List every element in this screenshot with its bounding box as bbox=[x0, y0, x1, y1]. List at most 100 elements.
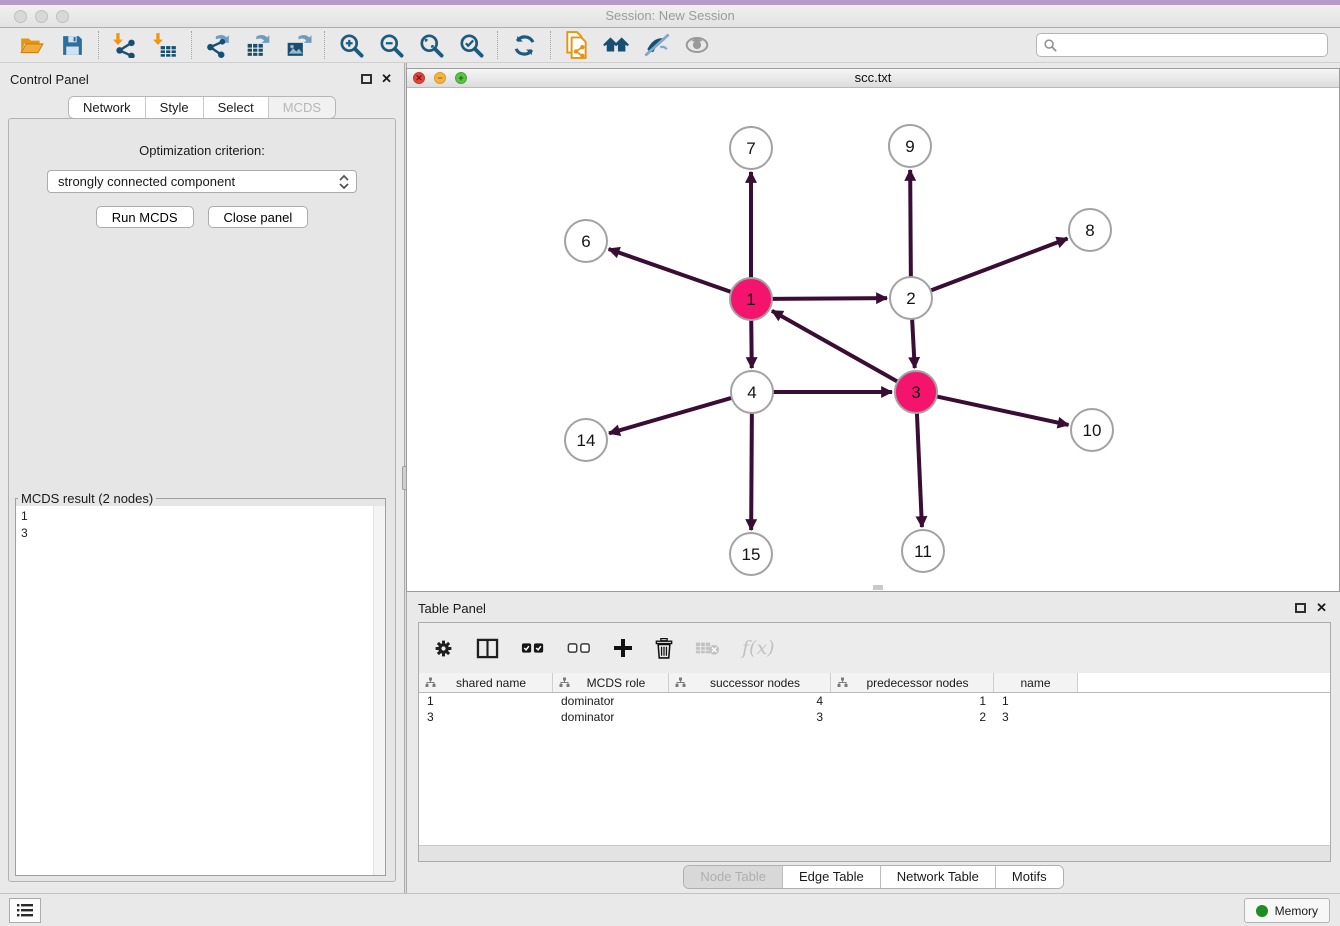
node-14[interactable]: 14 bbox=[565, 419, 607, 461]
open-session-button[interactable] bbox=[18, 31, 46, 59]
edge-2-to-8[interactable] bbox=[931, 239, 1068, 291]
edge-2-to-9[interactable] bbox=[910, 170, 911, 277]
table-cell: 1 bbox=[831, 693, 994, 709]
node-1[interactable]: 1 bbox=[730, 278, 772, 320]
node-11[interactable]: 11 bbox=[902, 530, 944, 572]
unselect-all-columns-icon[interactable] bbox=[567, 642, 591, 654]
export-network-button[interactable] bbox=[204, 31, 232, 59]
import-table-button[interactable] bbox=[151, 31, 179, 59]
task-list-icon bbox=[16, 903, 34, 918]
node-label: 11 bbox=[914, 542, 932, 561]
node-9[interactable]: 9 bbox=[889, 125, 931, 167]
refresh-button[interactable] bbox=[510, 31, 538, 59]
edge-1-to-4[interactable] bbox=[751, 320, 752, 368]
open-folder-icon bbox=[19, 32, 45, 58]
duplicate-network-button[interactable] bbox=[563, 31, 591, 59]
column-header-name[interactable]: name bbox=[994, 673, 1078, 692]
network-canvas[interactable]: 7 9 6 8 1 2 4 3 14 10 15 11 bbox=[407, 88, 1339, 591]
delete-table-icon[interactable] bbox=[695, 640, 720, 656]
column-tree-icon bbox=[559, 677, 570, 688]
houses-button[interactable] bbox=[603, 31, 631, 59]
tab-network[interactable]: Network bbox=[69, 97, 145, 118]
tab-select[interactable]: Select bbox=[203, 97, 268, 118]
table-header-row: shared nameMCDS rolesuccessor nodesprede… bbox=[419, 673, 1330, 693]
network-window-titlebar[interactable]: ✕ − + scc.txt bbox=[407, 69, 1339, 88]
minimize-window-button[interactable] bbox=[35, 10, 48, 23]
network-graph: 7 9 6 8 1 2 4 3 14 10 15 11 bbox=[407, 88, 1339, 591]
tab-mcds[interactable]: MCDS bbox=[268, 97, 335, 118]
tab-node-table[interactable]: Node Table bbox=[684, 866, 782, 888]
criterion-select[interactable]: strongly connected component bbox=[47, 170, 357, 193]
status-bar: Memory bbox=[0, 893, 1340, 926]
save-session-button[interactable] bbox=[58, 31, 86, 59]
select-stepper-icon bbox=[338, 174, 350, 190]
node-10[interactable]: 10 bbox=[1071, 409, 1113, 451]
run-mcds-button[interactable]: Run MCDS bbox=[96, 206, 194, 228]
table-cell: 4 bbox=[669, 693, 831, 709]
export-image-button[interactable] bbox=[284, 31, 312, 59]
zoom-selected-button[interactable] bbox=[457, 31, 485, 59]
zoom-out-button[interactable] bbox=[377, 31, 405, 59]
node-4[interactable]: 4 bbox=[731, 371, 773, 413]
zoom-in-button[interactable] bbox=[337, 31, 365, 59]
edge-3-to-10[interactable] bbox=[937, 396, 1069, 425]
float-panel-icon[interactable] bbox=[361, 74, 372, 84]
table-row[interactable]: 3dominator323 bbox=[419, 709, 1330, 725]
node-8[interactable]: 8 bbox=[1069, 209, 1111, 251]
table-hscrollbar[interactable] bbox=[419, 845, 1330, 861]
node-2[interactable]: 2 bbox=[890, 277, 932, 319]
add-column-icon[interactable] bbox=[613, 638, 633, 658]
import-network-button[interactable] bbox=[111, 31, 139, 59]
result-scrollbar[interactable] bbox=[373, 506, 385, 875]
edge-3-to-11[interactable] bbox=[917, 413, 922, 527]
table-cell: 2 bbox=[831, 709, 994, 725]
select-all-columns-icon[interactable] bbox=[521, 642, 545, 654]
node-6[interactable]: 6 bbox=[565, 220, 607, 262]
edge-1-to-6[interactable] bbox=[609, 249, 732, 292]
zoom-fit-button[interactable] bbox=[417, 31, 445, 59]
tab-motifs[interactable]: Motifs bbox=[995, 866, 1063, 888]
column-header-MCDS-role[interactable]: MCDS role bbox=[553, 673, 669, 692]
delete-column-icon[interactable] bbox=[655, 638, 673, 659]
node-3[interactable]: 3 bbox=[895, 371, 937, 413]
close-table-panel-icon[interactable]: ✕ bbox=[1316, 600, 1327, 616]
close-panel-button[interactable]: Close panel bbox=[208, 206, 309, 228]
edge-3-to-1[interactable] bbox=[772, 311, 898, 382]
export-table-button[interactable] bbox=[244, 31, 272, 59]
network-maximize-button[interactable]: + bbox=[455, 72, 467, 84]
criterion-selected-value: strongly connected component bbox=[58, 174, 235, 189]
memory-button[interactable]: Memory bbox=[1244, 898, 1330, 923]
float-table-panel-icon[interactable] bbox=[1295, 603, 1306, 613]
edge-1-to-2[interactable] bbox=[772, 298, 887, 299]
tab-style[interactable]: Style bbox=[145, 97, 203, 118]
tab-edge-table[interactable]: Edge Table bbox=[782, 866, 880, 888]
network-window: ✕ − + scc.txt 7 9 6 8 1 2 4 3 14 10 15 11 bbox=[406, 68, 1340, 592]
network-close-button[interactable]: ✕ bbox=[413, 72, 425, 84]
column-header-successor-nodes[interactable]: successor nodes bbox=[669, 673, 831, 692]
edge-4-to-15[interactable] bbox=[751, 413, 752, 530]
hide-graphics-icon bbox=[643, 32, 671, 58]
node-15[interactable]: 15 bbox=[730, 533, 772, 575]
network-minimize-button[interactable]: − bbox=[434, 72, 446, 84]
settings-gear-icon[interactable] bbox=[433, 638, 454, 659]
node-label: 4 bbox=[747, 383, 756, 402]
canvas-scroll-thumb[interactable] bbox=[873, 585, 883, 590]
tab-network-table[interactable]: Network Table bbox=[880, 866, 995, 888]
maximize-window-button[interactable] bbox=[56, 10, 69, 23]
column-header-shared-name[interactable]: shared name bbox=[419, 673, 553, 692]
task-history-button[interactable] bbox=[9, 898, 41, 923]
hide-graphics-details-button[interactable] bbox=[643, 31, 671, 59]
show-graphics-details-button[interactable] bbox=[683, 31, 711, 59]
toggle-panes-icon[interactable] bbox=[476, 638, 499, 659]
close-window-button[interactable] bbox=[14, 10, 27, 23]
network-window-title: scc.txt bbox=[407, 69, 1339, 87]
node-7[interactable]: 7 bbox=[730, 127, 772, 169]
close-panel-icon[interactable]: ✕ bbox=[381, 71, 392, 87]
duplicate-network-icon bbox=[564, 31, 590, 59]
mcds-result-list[interactable]: 1 3 bbox=[16, 506, 385, 875]
column-header-predecessor-nodes[interactable]: predecessor nodes bbox=[831, 673, 994, 692]
table-row[interactable]: 1dominator411 bbox=[419, 693, 1330, 709]
search-input[interactable] bbox=[1058, 35, 1327, 55]
edge-2-to-3[interactable] bbox=[912, 319, 915, 368]
edge-4-to-14[interactable] bbox=[609, 398, 732, 434]
